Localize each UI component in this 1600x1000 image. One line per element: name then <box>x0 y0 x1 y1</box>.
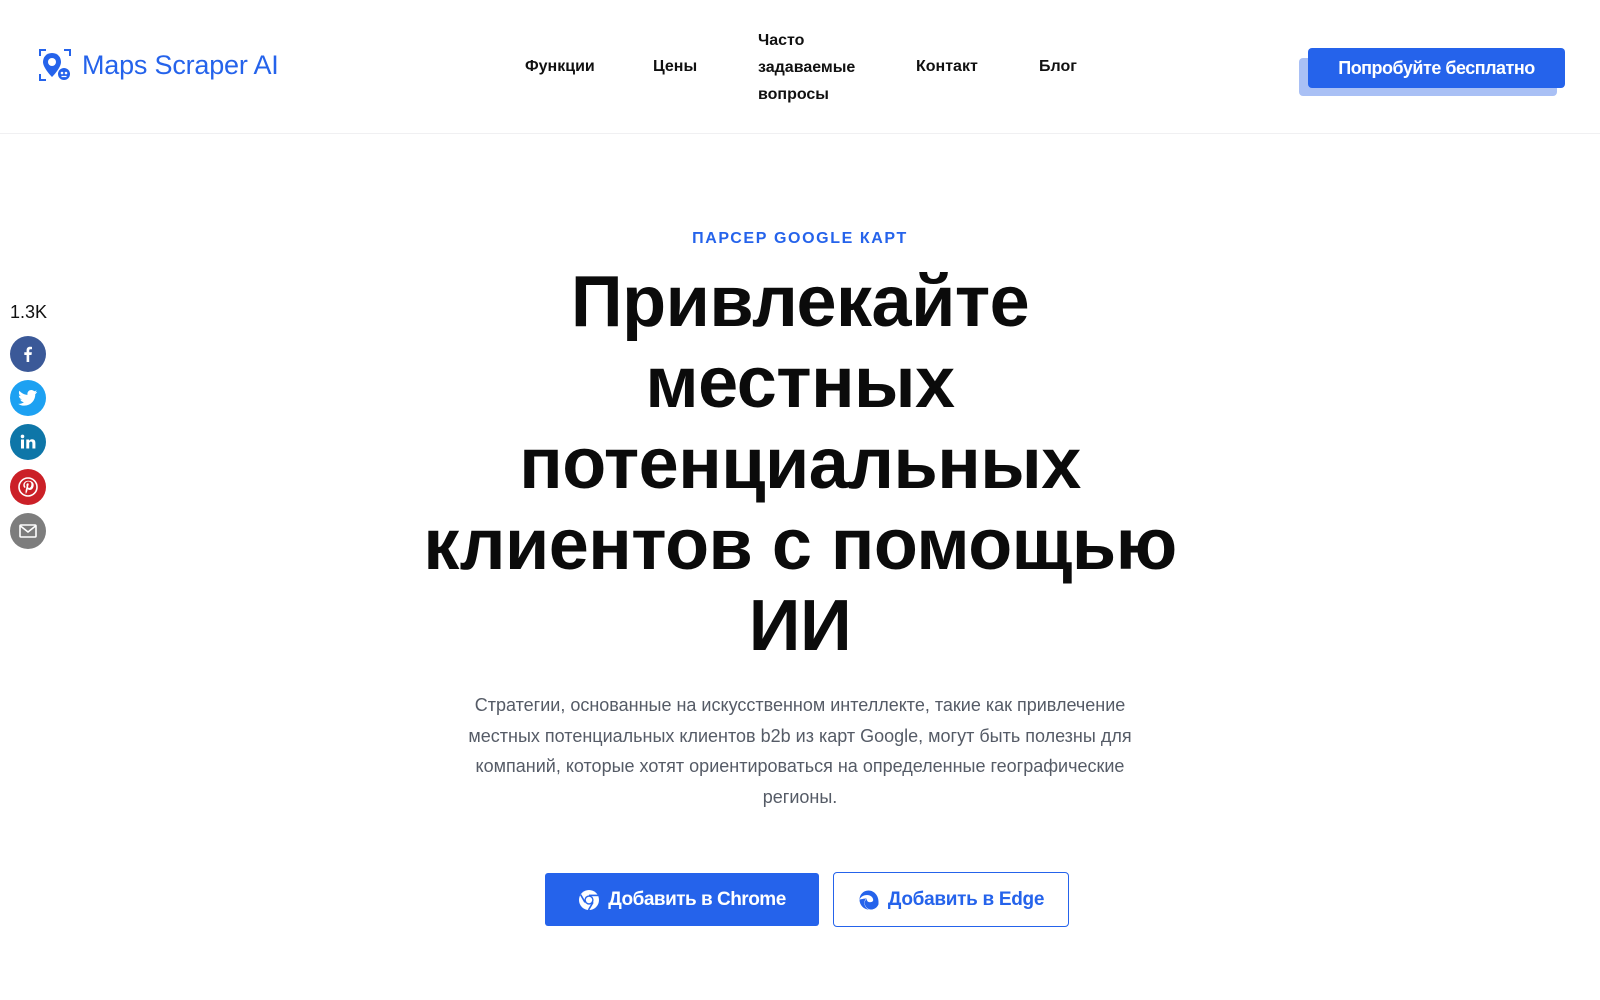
add-to-chrome-button[interactable]: Добавить в Chrome <box>545 873 819 926</box>
add-to-chrome-label: Добавить в Chrome <box>608 888 786 910</box>
brand-name: Maps Scraper AI <box>82 49 279 80</box>
pinterest-icon <box>18 477 38 497</box>
site-header: Maps Scraper AI Функции Цены Часто задав… <box>0 0 1600 134</box>
twitter-icon <box>18 390 38 406</box>
hero-eyebrow: ПАРСЕР GOOGLE КАРТ <box>692 230 908 247</box>
share-count: 1.3K <box>10 302 48 322</box>
hero-description: Стратегии, основанные на искусственном и… <box>468 695 1132 807</box>
share-pinterest-button[interactable] <box>10 469 46 505</box>
share-linkedin-button[interactable] <box>10 424 46 460</box>
chrome-icon <box>579 889 600 910</box>
map-pin-scan-icon <box>39 49 71 81</box>
edge-icon <box>859 890 879 910</box>
try-free-wrapper: Попробуйте бесплатно <box>1299 48 1565 98</box>
hero-title: Привлекайте местных потенциальных клиент… <box>423 262 1177 666</box>
linkedin-icon <box>20 434 36 449</box>
nav-item-blog[interactable]: Блог <box>1039 53 1077 80</box>
try-free-button[interactable]: Попробуйте бесплатно <box>1308 48 1565 88</box>
nav-item-contact[interactable]: Контакт <box>916 53 978 80</box>
share-twitter-button[interactable] <box>10 380 46 416</box>
nav-item-faq[interactable]: Часто задаваемые вопросы <box>758 27 878 108</box>
share-email-button[interactable] <box>10 513 46 549</box>
facebook-icon <box>24 346 32 362</box>
brand-logo-link[interactable]: Maps Scraper AI <box>38 48 279 82</box>
nav-item-features[interactable]: Функции <box>525 53 595 80</box>
share-facebook-button[interactable] <box>10 336 46 372</box>
nav-item-pricing[interactable]: Цены <box>653 53 697 80</box>
add-to-edge-label: Добавить в Edge <box>887 888 1045 910</box>
add-to-edge-button[interactable]: Добавить в Edge <box>833 872 1069 927</box>
email-icon <box>19 524 37 538</box>
